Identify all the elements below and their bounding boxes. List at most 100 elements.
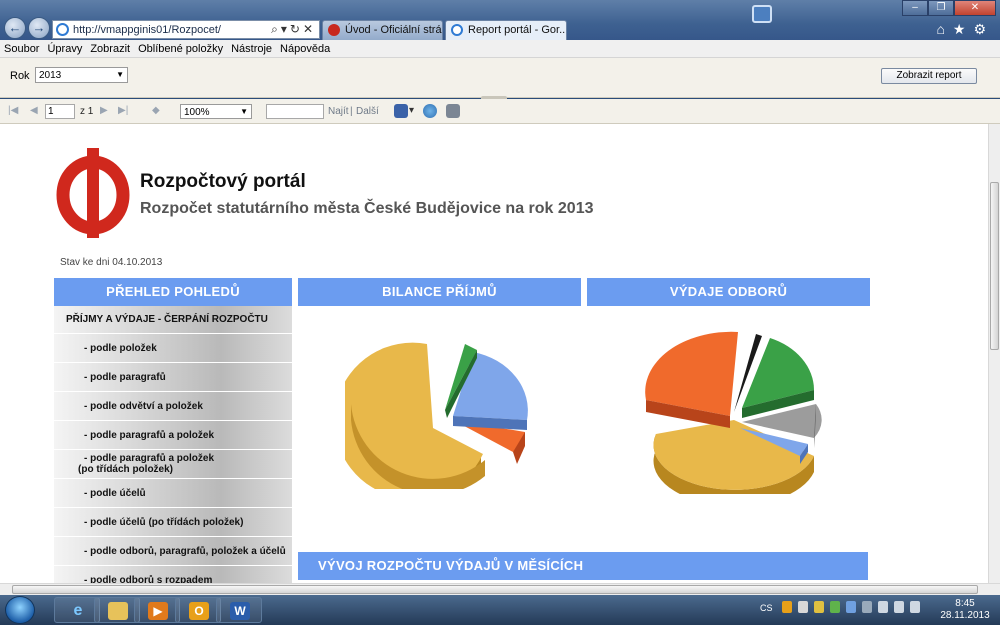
word-icon: W (230, 602, 250, 620)
desktop-shortcut-icon (752, 5, 772, 23)
menu-item[interactable]: Úpravy (47, 43, 82, 55)
start-button[interactable] (5, 596, 35, 624)
zoom-value: 100% (184, 107, 210, 118)
tab-favicon-icon (451, 24, 463, 36)
language-indicator[interactable]: CS (760, 603, 773, 613)
menu-item[interactable]: Soubor (4, 43, 39, 55)
nav-item-by-paragraph-classes[interactable]: - podle paragrafů a položek (po třídách … (54, 450, 292, 479)
nav-item-by-sector-items[interactable]: - podle odvětví a položek (54, 392, 292, 421)
address-bar[interactable]: http://vmappginis01/Rozpocet/ ⌕▾↻✕ (52, 20, 320, 39)
chevron-down-icon: ▼ (116, 70, 124, 79)
menu-item[interactable]: Nápověda (280, 43, 330, 55)
find-next-link[interactable]: Další (356, 106, 379, 117)
device-icon[interactable] (878, 601, 888, 613)
ie-icon: e (73, 602, 83, 619)
tray-update-icon[interactable] (830, 601, 840, 613)
page-number-input[interactable]: 1 (45, 104, 75, 119)
expenses-pie-chart[interactable] (638, 324, 828, 494)
status-date: Stav ke dni 04.10.2013 (60, 257, 163, 268)
clock-time: 8:45 (955, 598, 975, 609)
window-controls: – ❐ ✕ (902, 0, 996, 16)
forward-button[interactable]: → (28, 17, 50, 39)
page-count: z 1 (80, 106, 94, 117)
page-subtitle: Rozpočet statutárního města České Budějo… (140, 200, 594, 217)
close-icon[interactable]: ✕ (954, 0, 996, 16)
first-page-icon[interactable]: |◀ (8, 105, 18, 116)
ie-toolbar-icons[interactable]: ⌂★⚙ (936, 21, 994, 38)
income-balance-header[interactable]: BILANCE PŘÍJMŮ (298, 278, 581, 306)
clock[interactable]: 8:45 28.11.2013 (940, 598, 990, 622)
nav-item-by-paragraphs[interactable]: - podle paragrafů (54, 363, 292, 392)
nav-item-label: - podle paragrafů a položek (84, 453, 215, 464)
view-list: PŘÍJMY A VÝDAJE - ČERPÁNÍ ROZPOČTU - pod… (54, 306, 292, 583)
nav-item-by-departments-breakdown[interactable]: - podle odborů s rozpadem (54, 566, 292, 583)
zoom-select[interactable]: 100% ▼ (180, 104, 252, 119)
volume-icon[interactable] (910, 601, 920, 613)
tab-label: Úvod - Oficiální stránky... (345, 24, 442, 36)
export-icon[interactable] (394, 104, 408, 118)
system-tray (782, 601, 920, 615)
back-to-parent-icon[interactable]: ◆ (152, 105, 160, 116)
print-icon[interactable] (446, 104, 460, 118)
horizontal-scrollbar[interactable] (0, 583, 1000, 595)
clock-date: 28.11.2013 (940, 610, 990, 621)
department-expenses-header[interactable]: VÝDAJE ODBORŮ (587, 278, 870, 306)
export-dropdown-icon[interactable]: ▾ (409, 105, 414, 116)
taskbar-outlook[interactable]: O (175, 597, 221, 623)
vertical-scroll-thumb[interactable] (990, 182, 999, 350)
report-toolbar: |◀ ◀ 1 z 1 ▶ ▶| ◆ 100% ▼ Najít | Další ▾ (0, 99, 1000, 124)
city-logo-icon (56, 148, 130, 238)
refresh-icon[interactable] (423, 104, 437, 118)
shield-icon[interactable] (814, 601, 824, 613)
nav-item-by-purpose[interactable]: - podle účelů (54, 479, 292, 508)
find-link[interactable]: Najít (328, 106, 349, 117)
page-title: Rozpočtový portál (140, 171, 306, 192)
next-page-icon[interactable]: ▶ (100, 105, 108, 116)
windows-taskbar: e ▶ O W CS 8:45 28.11.2013 (0, 595, 1000, 625)
browser-titlebar: ← → http://vmappginis01/Rozpocet/ ⌕▾↻✕ Ú… (0, 0, 1000, 40)
tab-report-portal[interactable]: Report portál - Gor... (445, 20, 567, 40)
nav-item-by-departments[interactable]: - podle odborů, paragrafů, položek a úče… (54, 537, 292, 566)
address-url[interactable]: http://vmappginis01/Rozpocet/ (73, 24, 221, 36)
pie-slice-red (645, 331, 738, 428)
year-select[interactable]: 2013 ▼ (35, 67, 128, 83)
bluetooth-icon[interactable] (846, 601, 856, 613)
network-share-icon[interactable] (862, 601, 872, 613)
prev-page-icon[interactable]: ◀ (30, 105, 38, 116)
nav-item-by-items[interactable]: - podle položek (54, 334, 292, 363)
chevron-down-icon: ▼ (240, 107, 248, 116)
income-pie-chart[interactable] (345, 324, 535, 489)
taskbar-media-player[interactable]: ▶ (134, 597, 180, 623)
tab-label: Report portál - Gor... (468, 24, 567, 36)
horizontal-scroll-thumb[interactable] (12, 585, 978, 594)
menu-item[interactable]: Nástroje (231, 43, 272, 55)
minimize-icon[interactable]: – (902, 0, 928, 16)
nav-item-by-paragraph-items[interactable]: - podle paragrafů a položek (54, 421, 292, 450)
menu-bar: Soubor Úpravy Zobrazit Oblíbené položky … (0, 40, 1000, 58)
tray-app-icon[interactable] (782, 601, 792, 613)
address-tools-icon[interactable]: ⌕▾↻✕ (271, 22, 316, 37)
nav-header: PŘEHLED POHLEDŮ (54, 278, 292, 306)
maximize-icon[interactable]: ❐ (928, 0, 954, 16)
nav-item-income-expenses[interactable]: PŘÍJMY A VÝDAJE - ČERPÁNÍ ROZPOČTU (54, 306, 292, 334)
last-page-icon[interactable]: ▶| (118, 105, 128, 116)
view-report-button[interactable]: Zobrazit report (881, 68, 977, 84)
nav-item-by-purpose-classes[interactable]: - podle účelů (po třídách položek) (54, 508, 292, 537)
year-value: 2013 (39, 70, 62, 81)
nav-item-sublabel: (po třídách položek) (78, 464, 173, 475)
monthly-budget-header[interactable]: VÝVOJ ROZPOČTU VÝDAJŮ V MĚSÍCÍCH (298, 552, 868, 580)
media-player-icon: ▶ (148, 602, 168, 620)
taskbar-word[interactable]: W (216, 597, 262, 623)
flag-icon[interactable] (798, 601, 808, 613)
menu-item[interactable]: Zobrazit (90, 43, 130, 55)
year-label: Rok (10, 70, 30, 82)
toolbar-separator: | (350, 106, 353, 117)
back-button[interactable]: ← (4, 17, 26, 39)
folder-icon (108, 602, 128, 620)
vertical-scrollbar[interactable] (988, 124, 1000, 583)
tab-uvod[interactable]: Úvod - Oficiální stránky... (322, 20, 443, 40)
menu-item[interactable]: Oblíbené položky (138, 43, 223, 55)
report-content: Rozpočtový portál Rozpočet statutárního … (0, 124, 988, 583)
network-icon[interactable] (894, 601, 904, 613)
find-input[interactable] (266, 104, 324, 119)
